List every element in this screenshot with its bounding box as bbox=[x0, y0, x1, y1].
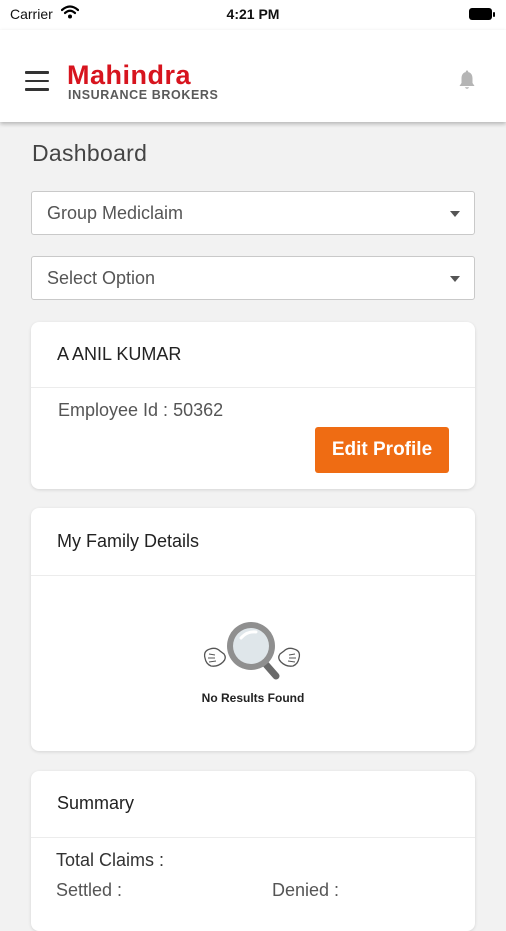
status-time: 4:21 PM bbox=[226, 6, 280, 22]
no-results-state: No Results Found bbox=[31, 508, 475, 752]
profile-card: A ANIL KUMAR Employee Id : 50362 Edit Pr… bbox=[31, 322, 475, 489]
summary-card: Summary Total Claims : Settled : Denied … bbox=[31, 771, 475, 931]
settled-label: Settled : bbox=[56, 880, 123, 900]
battery-icon bbox=[469, 8, 496, 21]
employee-id-label: Employee Id : bbox=[58, 400, 169, 420]
notification-bell-icon[interactable] bbox=[457, 70, 477, 92]
hamburger-menu-icon[interactable] bbox=[25, 71, 49, 91]
employee-id-value: 50362 bbox=[173, 400, 224, 420]
edit-profile-button[interactable]: Edit Profile bbox=[315, 427, 449, 473]
dropdown-caret-icon bbox=[450, 276, 460, 282]
summary-card-header: Summary bbox=[31, 771, 475, 838]
app-header: Mahindra INSURANCE BROKERS bbox=[0, 30, 506, 122]
option-select-value: Select Option bbox=[47, 268, 156, 288]
status-bar: Carrier 4:21 PM bbox=[0, 0, 506, 30]
logo-brand-text: Mahindra bbox=[67, 60, 192, 90]
employee-name: A ANIL KUMAR bbox=[57, 344, 182, 364]
profile-card-header: A ANIL KUMAR bbox=[31, 322, 475, 388]
policy-type-select[interactable]: Group Mediclaim bbox=[31, 191, 475, 235]
page-title: Dashboard bbox=[32, 140, 148, 166]
denied-label: Denied : bbox=[272, 880, 340, 900]
dropdown-caret-icon bbox=[450, 211, 460, 217]
option-select[interactable]: Select Option bbox=[31, 256, 475, 300]
family-details-card: My Family Details No Results Found bbox=[31, 508, 475, 751]
summary-card-title: Summary bbox=[57, 793, 135, 813]
no-results-magnifier-icon bbox=[203, 622, 301, 680]
policy-type-value: Group Mediclaim bbox=[47, 203, 184, 223]
employee-id-line: Employee Id : 50362 bbox=[58, 400, 223, 421]
logo-subtitle-text: INSURANCE BROKERS bbox=[68, 88, 219, 102]
company-logo: Mahindra INSURANCE BROKERS bbox=[67, 60, 243, 102]
no-results-message: No Results Found bbox=[201, 691, 305, 705]
total-claims-label: Total Claims : bbox=[56, 850, 165, 870]
